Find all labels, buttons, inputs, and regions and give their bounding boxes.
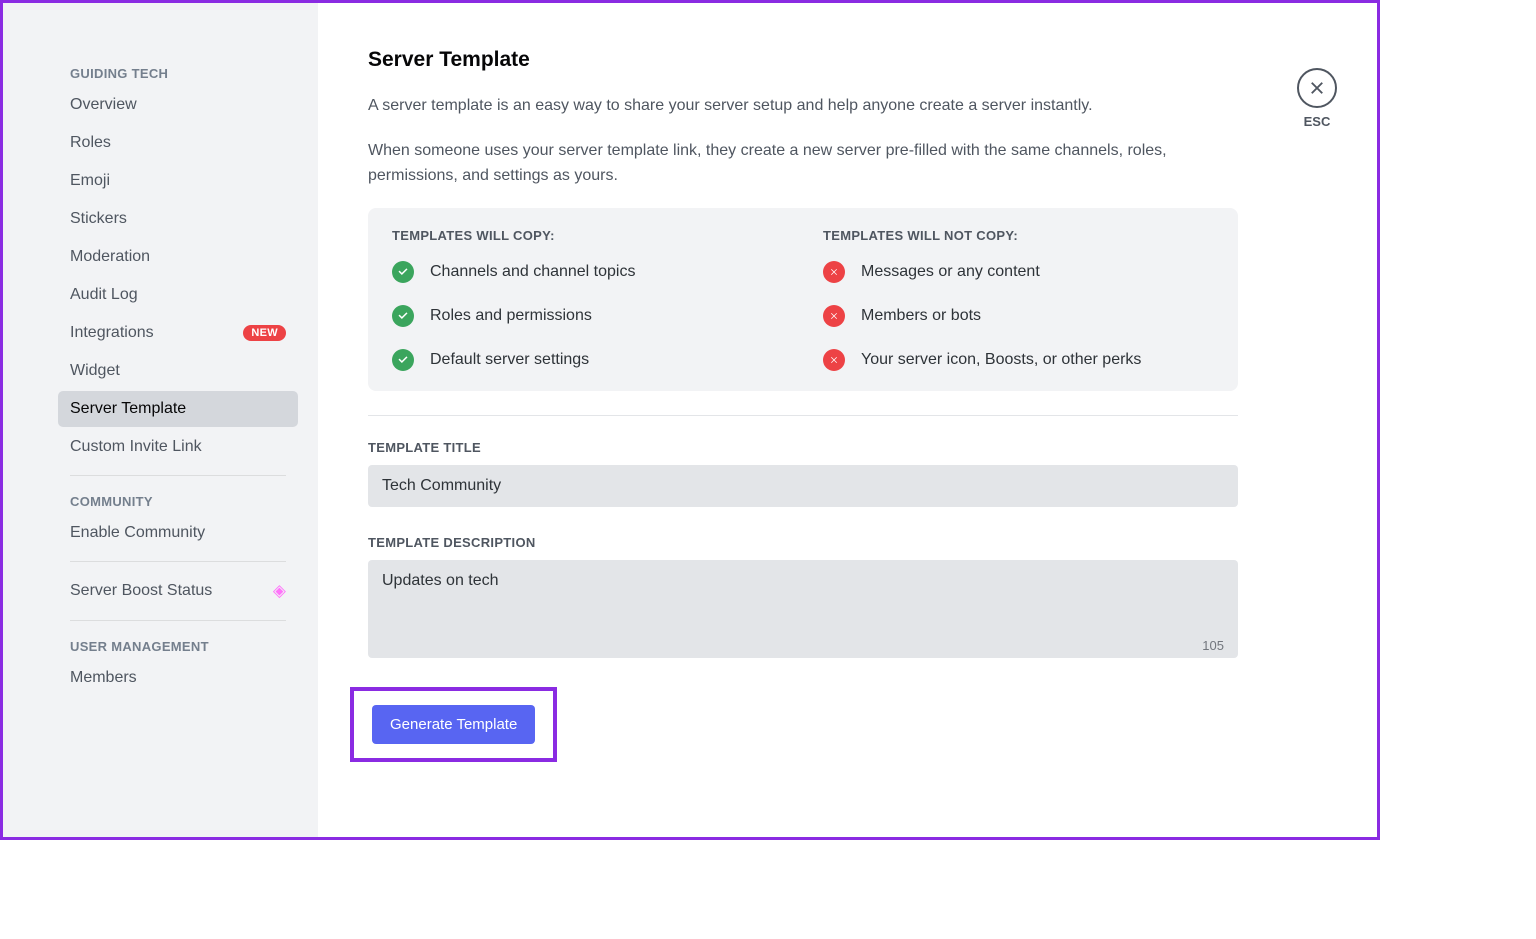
sidebar-label: Stickers [70,210,127,228]
sidebar-item-moderation[interactable]: Moderation [58,239,298,275]
will-not-copy-column: Templates will not copy: Messages or any… [823,228,1214,371]
check-icon [392,305,414,327]
will-not-copy-header: Templates will not copy: [823,228,1214,243]
sidebar-item-stickers[interactable]: Stickers [58,201,298,237]
divider [368,415,1238,416]
sidebar-item-overview[interactable]: Overview [58,87,298,123]
will-copy-column: Templates will copy: Channels and channe… [392,228,783,371]
description-1: A server template is an easy way to shar… [368,94,1188,119]
copy-item-label: Roles and permissions [430,307,592,325]
section-header-usermgmt: User Management [58,631,298,660]
sidebar-label: Audit Log [70,286,138,304]
sidebar-label: Moderation [70,248,150,266]
x-icon [823,261,845,283]
nocopy-item-label: Members or bots [861,307,981,325]
close-button[interactable] [1297,68,1337,108]
section-header-community: Community [58,486,298,515]
template-desc-textarea[interactable] [368,560,1238,658]
new-badge: NEW [243,325,286,341]
close-wrap: ESC [1297,68,1337,129]
divider [70,620,286,621]
sidebar-label: Widget [70,362,120,380]
sidebar-item-auditlog[interactable]: Audit Log [58,277,298,313]
sidebar-item-roles[interactable]: Roles [58,125,298,161]
sidebar-label: Custom Invite Link [70,438,202,456]
close-icon [1308,79,1326,97]
template-title-input[interactable] [368,465,1238,507]
copy-item-label: Channels and channel topics [430,263,635,281]
sidebar-item-members[interactable]: Members [58,660,298,696]
copy-info-box: Templates will copy: Channels and channe… [368,208,1238,391]
generate-template-button[interactable]: Generate Template [372,705,535,744]
sidebar-label: Emoji [70,172,110,190]
sidebar-label: Integrations [70,324,154,342]
nocopy-item: Your server icon, Boosts, or other perks [823,349,1214,371]
description-2: When someone uses your server template l… [368,139,1188,189]
check-icon [392,349,414,371]
nocopy-item: Messages or any content [823,261,1214,283]
divider [70,561,286,562]
will-copy-header: Templates will copy: [392,228,783,243]
sidebar: Guiding Tech Overview Roles Emoji Sticke… [3,3,318,837]
nocopy-item: Members or bots [823,305,1214,327]
sidebar-item-integrations[interactable]: Integrations NEW [58,315,298,351]
copy-item: Channels and channel topics [392,261,783,283]
divider [70,475,286,476]
sidebar-item-custominvite[interactable]: Custom Invite Link [58,429,298,465]
boost-icon: ◈ [273,581,286,601]
char-count: 105 [1202,638,1224,653]
sidebar-label: Members [70,669,137,687]
sidebar-label: Roles [70,134,111,152]
copy-item-label: Default server settings [430,351,589,369]
esc-label: ESC [1297,114,1337,129]
template-desc-label: Template Description [368,535,1327,550]
sidebar-label: Server Template [70,400,186,418]
copy-item: Roles and permissions [392,305,783,327]
sidebar-item-enablecommunity[interactable]: Enable Community [58,515,298,551]
sidebar-label: Server Boost Status [70,582,212,600]
sidebar-item-widget[interactable]: Widget [58,353,298,389]
main-content: Server Template A server template is an … [318,3,1377,837]
sidebar-item-emoji[interactable]: Emoji [58,163,298,199]
nocopy-item-label: Your server icon, Boosts, or other perks [861,351,1141,369]
check-icon [392,261,414,283]
template-title-label: Template Title [368,440,1327,455]
sidebar-item-servertemplate[interactable]: Server Template [58,391,298,427]
x-icon [823,349,845,371]
page-title: Server Template [368,48,1327,72]
sidebar-label: Enable Community [70,524,205,542]
sidebar-label: Overview [70,96,137,114]
sidebar-item-boost[interactable]: Server Boost Status ◈ [58,572,298,610]
highlight-annotation: Generate Template [350,687,557,762]
nocopy-item-label: Messages or any content [861,263,1040,281]
copy-item: Default server settings [392,349,783,371]
section-header-guidingtech: Guiding Tech [58,58,298,87]
x-icon [823,305,845,327]
